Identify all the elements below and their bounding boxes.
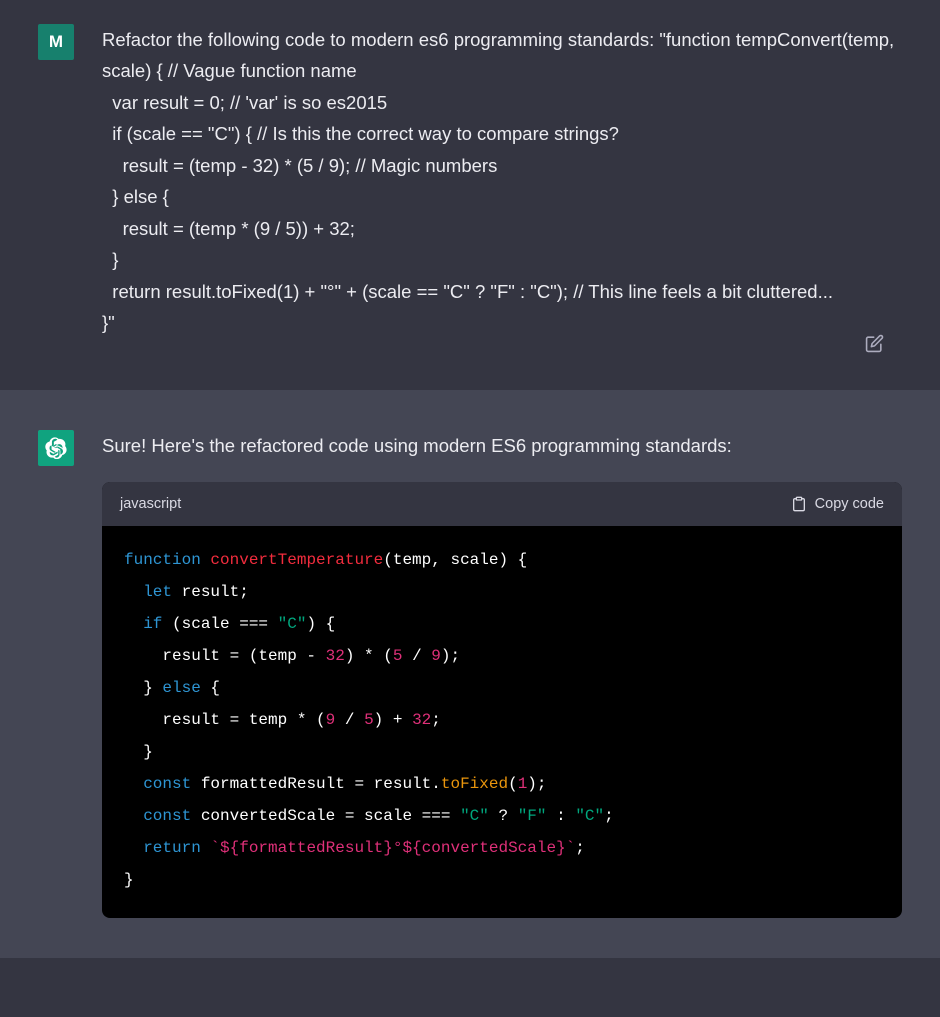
user-message-content: Refactor the following code to modern es… xyxy=(102,24,902,338)
user-message-text: Refactor the following code to modern es… xyxy=(102,24,902,338)
edit-icon[interactable] xyxy=(865,334,884,358)
user-message: M Refactor the following code to modern … xyxy=(0,0,940,390)
user-avatar: M xyxy=(38,24,74,60)
copy-code-button[interactable]: Copy code xyxy=(791,496,884,512)
code-language-label: javascript xyxy=(120,492,181,517)
copy-code-label: Copy code xyxy=(815,496,884,512)
assistant-avatar xyxy=(38,430,74,466)
assistant-intro-text: Sure! Here's the refactored code using m… xyxy=(102,430,902,461)
assistant-message-content: Sure! Here's the refactored code using m… xyxy=(102,430,902,918)
code-block: javascript Copy code function convertTem… xyxy=(102,482,902,919)
assistant-message: Sure! Here's the refactored code using m… xyxy=(0,390,940,958)
code-body[interactable]: function convertTemperature(temp, scale)… xyxy=(102,526,902,918)
code-header: javascript Copy code xyxy=(102,482,902,527)
clipboard-icon xyxy=(791,496,807,512)
